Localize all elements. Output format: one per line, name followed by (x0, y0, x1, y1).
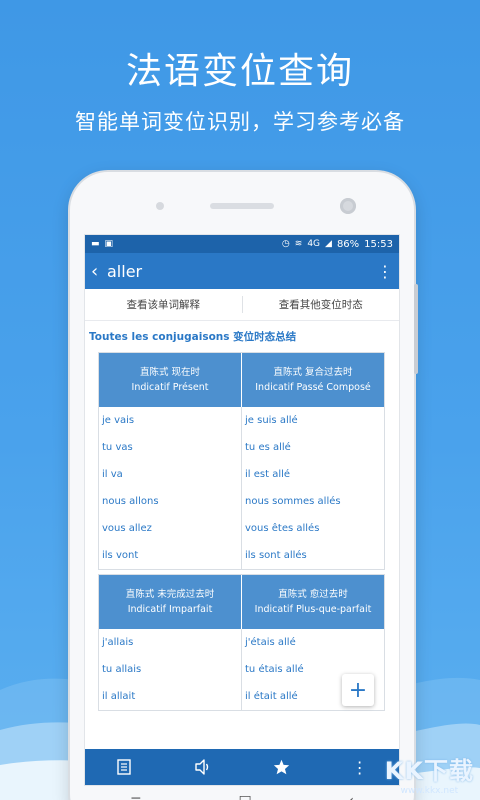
tense-header: 直陈式 愈过去时 Indicatif Plus-que-parfait (241, 575, 384, 629)
home-icon[interactable]: □ (238, 793, 251, 800)
phone-frame: ▬ ▣ ◷ ≋ 4G ◢ 86% 15:53 ‹ aller ⋮ 查看该单词解释… (70, 172, 418, 800)
tense-column: je vais tu vas il va nous allons vous al… (99, 407, 241, 569)
message-icon: ▬ (91, 239, 100, 249)
more-vertical-icon[interactable]: ⋮ (377, 262, 393, 281)
tense-column: j'allais tu allais il allait (99, 629, 241, 710)
conjugated-form[interactable]: il va (99, 461, 241, 488)
image-icon: ▣ (104, 239, 114, 249)
phone-sensor (156, 202, 164, 210)
chevron-left-icon[interactable]: ‹ (91, 261, 105, 282)
app-screen: ▬ ▣ ◷ ≋ 4G ◢ 86% 15:53 ‹ aller ⋮ 查看该单词解释… (84, 234, 400, 786)
conjugated-form[interactable]: j'étais allé (242, 629, 384, 656)
tense-name-zh: 直陈式 现在时 (139, 367, 201, 378)
conjugated-form[interactable]: nous sommes allés (242, 488, 384, 515)
speaker-icon (195, 759, 208, 775)
promo-title: 法语变位查询 (125, 51, 354, 92)
conjugated-form[interactable]: nous allons (99, 488, 241, 515)
notebook-button[interactable] (104, 749, 144, 785)
tense-name-zh: 直陈式 复合过去时 (273, 367, 353, 378)
sub-tabs: 查看该单词解释 查看其他变位时态 (85, 289, 399, 321)
tense-header: 直陈式 现在时 Indicatif Présent (99, 353, 241, 407)
tense-name-fr: Indicatif Passé Composé (255, 382, 371, 393)
tense-name-zh: 直陈式 未完成过去时 (125, 589, 215, 600)
phone-speaker (210, 203, 274, 209)
conjugated-form[interactable]: ils sont allés (242, 542, 384, 569)
table-body: je vais tu vas il va nous allons vous al… (99, 407, 384, 569)
tense-header: 直陈式 复合过去时 Indicatif Passé Composé (241, 353, 384, 407)
tab-word-definition[interactable]: 查看该单词解释 (85, 289, 242, 320)
conjugated-form[interactable]: il allait (99, 683, 241, 710)
battery-level: 86% (336, 238, 360, 250)
back-icon[interactable]: ‹ (348, 793, 354, 800)
watermark: KK下载 www.kkx.net (385, 751, 474, 796)
conjugated-form[interactable]: j'allais (99, 629, 241, 656)
more-vertical-icon: ⋮ (351, 757, 368, 777)
tense-name-fr: Indicatif Imparfait (127, 604, 213, 615)
star-icon (273, 759, 289, 775)
pronounce-button[interactable] (183, 749, 223, 785)
conjugated-form[interactable]: vous êtes allés (242, 515, 384, 542)
status-bar: ▬ ▣ ◷ ≋ 4G ◢ 86% 15:53 (85, 235, 399, 253)
wifi-icon: ≋ (294, 239, 303, 249)
more-options-button[interactable]: ⋮ (340, 749, 380, 785)
conjugated-form[interactable]: vous allez (99, 515, 241, 542)
conjugated-form[interactable]: tu allais (99, 656, 241, 683)
conjugated-form[interactable]: il est allé (242, 461, 384, 488)
watermark-url: www.kkx.net (400, 786, 459, 796)
system-nav-bar: ≡ □ ‹ (130, 786, 354, 800)
tense-header: 直陈式 未完成过去时 Indicatif Imparfait (99, 575, 241, 629)
alarm-icon: ◷ (281, 239, 290, 249)
favorite-button[interactable] (261, 749, 301, 785)
conjugated-form[interactable]: je vais (99, 407, 241, 434)
conjugated-form[interactable]: ils vont (99, 542, 241, 569)
signal-icon: ◢ (325, 239, 332, 249)
add-favorite-button[interactable]: + (342, 674, 374, 706)
network-label: 4G (307, 239, 321, 249)
notebook-icon (117, 759, 131, 775)
promo-subtitle: 智能单词变位识别，学习参考必备 (75, 110, 405, 134)
conjugation-table: 直陈式 现在时 Indicatif Présent 直陈式 复合过去时 Indi… (98, 352, 385, 570)
recent-apps-icon[interactable]: ≡ (130, 793, 142, 800)
conjugated-form[interactable]: tu vas (99, 434, 241, 461)
phone-camera (340, 198, 356, 214)
page-title: aller (107, 261, 143, 281)
bottom-toolbar: ⋮ (85, 749, 399, 785)
watermark-logo: KK下载 (384, 757, 474, 785)
conjugated-form[interactable]: tu es allé (242, 434, 384, 461)
clock: 15:53 (364, 238, 393, 250)
tense-name-fr: Indicatif Plus-que-parfait (254, 604, 372, 615)
tense-column: je suis allé tu es allé il est allé nous… (241, 407, 384, 569)
table-header: 直陈式 未完成过去时 Indicatif Imparfait 直陈式 愈过去时 … (99, 575, 384, 629)
section-title: Toutes les conjugaisons 变位时态总结 (89, 331, 297, 343)
plus-icon: + (348, 677, 368, 703)
app-bar: ‹ aller ⋮ (85, 253, 399, 289)
phone-side-button (414, 284, 418, 374)
tab-other-tenses[interactable]: 查看其他变位时态 (241, 296, 400, 313)
table-header: 直陈式 现在时 Indicatif Présent 直陈式 复合过去时 Indi… (99, 353, 384, 407)
tense-name-fr: Indicatif Présent (131, 382, 209, 393)
tense-name-zh: 直陈式 愈过去时 (278, 589, 348, 600)
conjugated-form[interactable]: je suis allé (242, 407, 384, 434)
